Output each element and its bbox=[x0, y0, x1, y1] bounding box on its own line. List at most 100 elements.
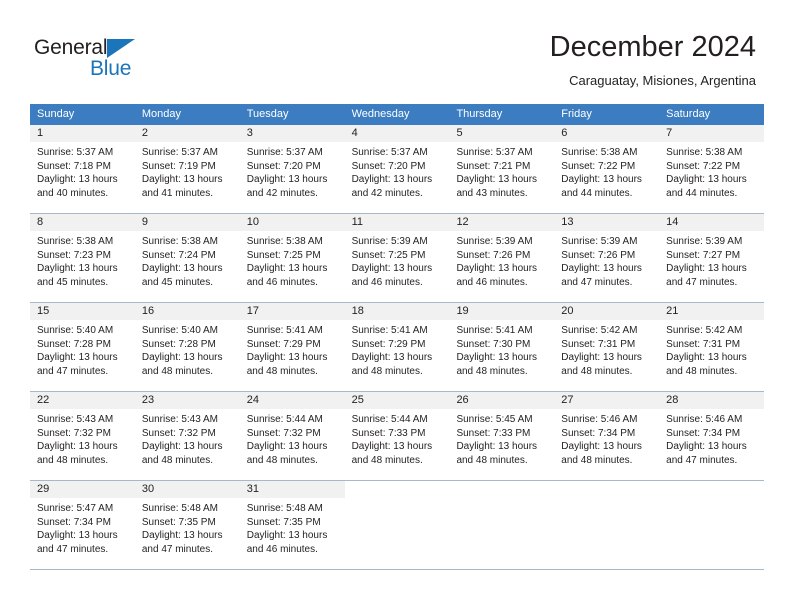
sunset-text: Sunset: 7:34 PM bbox=[561, 427, 636, 439]
sunset-text: Sunset: 7:29 PM bbox=[246, 338, 321, 350]
day-info: Sunrise: 5:41 AM Sunset: 7:29 PM Daylight:… bbox=[345, 320, 450, 378]
day-cell[interactable]: 15 Sunrise: 5:40 AM Sunset: 7:28 PM Dayligh… bbox=[30, 303, 135, 391]
sunrise-text: Sunrise: 5:39 AM bbox=[351, 236, 428, 247]
day-info: Sunrise: 5:44 AM Sunset: 7:32 PM Daylight:… bbox=[240, 409, 345, 467]
sunrise-text: Sunrise: 5:40 AM bbox=[141, 325, 219, 336]
daylight-text-line2: and 46 minutes. bbox=[246, 276, 318, 288]
day-number: 8 bbox=[30, 214, 135, 231]
day-cell[interactable]: 8 Sunrise: 5:38 AM Sunset: 7:23 PM Daylight… bbox=[30, 214, 135, 302]
sunrise-text: Sunrise: 5:46 AM bbox=[666, 414, 743, 425]
sunrise-text: Sunrise: 5:37 AM bbox=[141, 147, 219, 158]
day-cell[interactable]: 27 Sunrise: 5:46 AM Sunset: 7:34 PM Dayligh… bbox=[554, 392, 660, 480]
day-number bbox=[449, 481, 555, 498]
day-number: 21 bbox=[659, 303, 765, 320]
day-cell[interactable]: 12 Sunrise: 5:39 AM Sunset: 7:26 PM Dayligh… bbox=[449, 214, 555, 302]
day-number: 7 bbox=[659, 125, 765, 142]
daylight-text-line1: Daylight: 13 hours bbox=[666, 441, 747, 452]
day-number: 10 bbox=[239, 214, 345, 231]
day-info: Sunrise: 5:46 AM Sunset: 7:34 PM Daylight:… bbox=[554, 409, 659, 467]
sunrise-text: Sunrise: 5:40 AM bbox=[37, 325, 114, 336]
day-cell[interactable]: 3 Sunrise: 5:37 AM Sunset: 7:20 PM Daylight… bbox=[239, 125, 345, 213]
day-cell[interactable]: 13 Sunrise: 5:39 AM Sunset: 7:26 PM Dayligh… bbox=[554, 214, 660, 302]
daylight-text-line2: and 48 minutes. bbox=[666, 365, 738, 377]
daylight-text-line1: Daylight: 13 hours bbox=[141, 530, 223, 541]
sunrise-text: Sunrise: 5:41 AM bbox=[351, 325, 428, 336]
general-blue-logo[interactable]: General Blue bbox=[34, 36, 154, 82]
day-number: 19 bbox=[449, 303, 555, 320]
day-cell[interactable]: 5 Sunrise: 5:37 AM Sunset: 7:21 PM Daylight… bbox=[449, 125, 555, 213]
day-cell[interactable]: 21 Sunrise: 5:42 AM Sunset: 7:31 PM Dayligh… bbox=[659, 303, 765, 391]
sunrise-text: Sunrise: 5:42 AM bbox=[561, 325, 638, 336]
daylight-text-line1: Daylight: 13 hours bbox=[37, 530, 118, 541]
sunset-text: Sunset: 7:28 PM bbox=[141, 338, 216, 350]
day-cell[interactable]: 6 Sunrise: 5:38 AM Sunset: 7:22 PM Daylight… bbox=[554, 125, 660, 213]
day-cell[interactable]: 4 Sunrise: 5:37 AM Sunset: 7:20 PM Daylight… bbox=[344, 125, 450, 213]
calendar-week-row: 8 Sunrise: 5:38 AM Sunset: 7:23 PM Daylight… bbox=[30, 214, 765, 303]
day-cell[interactable]: 2 Sunrise: 5:37 AM Sunset: 7:19 PM Daylight… bbox=[134, 125, 240, 213]
daylight-text-line2: and 48 minutes. bbox=[37, 454, 109, 466]
day-cell[interactable]: 1 Sunrise: 5:37 AM Sunset: 7:18 PM Daylight… bbox=[30, 125, 135, 213]
daylight-text-line1: Daylight: 13 hours bbox=[246, 530, 328, 541]
day-cell[interactable]: 24 Sunrise: 5:44 AM Sunset: 7:32 PM Dayligh… bbox=[239, 392, 345, 480]
daylight-text-line1: Daylight: 13 hours bbox=[561, 263, 642, 274]
sunset-text: Sunset: 7:30 PM bbox=[456, 338, 531, 350]
day-info: Sunrise: 5:37 AM Sunset: 7:20 PM Daylight:… bbox=[345, 142, 450, 200]
day-cell-empty bbox=[449, 481, 555, 569]
daylight-text-line1: Daylight: 13 hours bbox=[246, 441, 328, 452]
day-info: Sunrise: 5:38 AM Sunset: 7:22 PM Daylight:… bbox=[554, 142, 659, 200]
day-cell[interactable]: 19 Sunrise: 5:41 AM Sunset: 7:30 PM Dayligh… bbox=[449, 303, 555, 391]
day-cell[interactable]: 29 Sunrise: 5:47 AM Sunset: 7:34 PM Dayligh… bbox=[30, 481, 135, 569]
daylight-text-line2: and 48 minutes. bbox=[141, 365, 214, 377]
sunrise-text: Sunrise: 5:48 AM bbox=[141, 503, 219, 514]
page-title: December 2024 bbox=[549, 31, 756, 63]
sunrise-text: Sunrise: 5:38 AM bbox=[141, 236, 219, 247]
day-info: Sunrise: 5:45 AM Sunset: 7:33 PM Daylight:… bbox=[449, 409, 554, 467]
day-cell[interactable]: 17 Sunrise: 5:41 AM Sunset: 7:29 PM Dayligh… bbox=[239, 303, 345, 391]
sunset-text: Sunset: 7:21 PM bbox=[456, 160, 531, 172]
sunrise-text: Sunrise: 5:37 AM bbox=[246, 147, 323, 158]
day-cell[interactable]: 28 Sunrise: 5:46 AM Sunset: 7:34 PM Dayligh… bbox=[659, 392, 765, 480]
day-cell[interactable]: 20 Sunrise: 5:42 AM Sunset: 7:31 PM Dayligh… bbox=[554, 303, 660, 391]
sunrise-text: Sunrise: 5:38 AM bbox=[561, 147, 638, 158]
day-number bbox=[344, 481, 450, 498]
day-cell[interactable]: 26 Sunrise: 5:45 AM Sunset: 7:33 PM Dayligh… bbox=[449, 392, 555, 480]
day-cell[interactable]: 22 Sunrise: 5:43 AM Sunset: 7:32 PM Dayligh… bbox=[30, 392, 135, 480]
sunset-text: Sunset: 7:27 PM bbox=[666, 249, 741, 261]
day-number: 29 bbox=[30, 481, 135, 498]
daylight-text-line1: Daylight: 13 hours bbox=[37, 263, 118, 274]
day-cell[interactable]: 10 Sunrise: 5:38 AM Sunset: 7:25 PM Dayligh… bbox=[239, 214, 345, 302]
day-cell[interactable]: 30 Sunrise: 5:48 AM Sunset: 7:35 PM Dayligh… bbox=[134, 481, 240, 569]
day-cell[interactable]: 14 Sunrise: 5:39 AM Sunset: 7:27 PM Dayligh… bbox=[659, 214, 765, 302]
daylight-text-line1: Daylight: 13 hours bbox=[351, 352, 433, 363]
day-cell[interactable]: 16 Sunrise: 5:40 AM Sunset: 7:28 PM Dayligh… bbox=[134, 303, 240, 391]
day-cell[interactable]: 18 Sunrise: 5:41 AM Sunset: 7:29 PM Dayligh… bbox=[344, 303, 450, 391]
sunset-text: Sunset: 7:33 PM bbox=[351, 427, 426, 439]
daylight-text-line2: and 48 minutes. bbox=[351, 365, 423, 377]
day-cell[interactable]: 9 Sunrise: 5:38 AM Sunset: 7:24 PM Daylight… bbox=[134, 214, 240, 302]
day-number bbox=[659, 481, 765, 498]
weekday-header-tuesday: Tuesday bbox=[246, 108, 289, 120]
day-number: 11 bbox=[344, 214, 450, 231]
day-cell[interactable]: 11 Sunrise: 5:39 AM Sunset: 7:25 PM Dayligh… bbox=[344, 214, 450, 302]
sunset-text: Sunset: 7:29 PM bbox=[351, 338, 426, 350]
daylight-text-line2: and 40 minutes. bbox=[37, 187, 109, 199]
day-info: Sunrise: 5:37 AM Sunset: 7:21 PM Daylight:… bbox=[449, 142, 554, 200]
day-cell[interactable]: 25 Sunrise: 5:44 AM Sunset: 7:33 PM Dayligh… bbox=[344, 392, 450, 480]
sunrise-text: Sunrise: 5:38 AM bbox=[37, 236, 114, 247]
sunset-text: Sunset: 7:28 PM bbox=[37, 338, 111, 350]
sunset-text: Sunset: 7:32 PM bbox=[246, 427, 321, 439]
day-number: 1 bbox=[30, 125, 135, 142]
day-cell[interactable]: 23 Sunrise: 5:43 AM Sunset: 7:32 PM Dayligh… bbox=[134, 392, 240, 480]
day-number: 23 bbox=[134, 392, 240, 409]
daylight-text-line1: Daylight: 13 hours bbox=[666, 174, 747, 185]
calendar-weeks: 1 Sunrise: 5:37 AM Sunset: 7:18 PM Daylight… bbox=[30, 125, 765, 570]
day-cell[interactable]: 31 Sunrise: 5:48 AM Sunset: 7:35 PM Dayligh… bbox=[239, 481, 345, 569]
day-info: Sunrise: 5:48 AM Sunset: 7:35 PM Daylight:… bbox=[240, 498, 345, 556]
logo-text-blue: Blue bbox=[90, 57, 132, 80]
daylight-text-line1: Daylight: 13 hours bbox=[246, 263, 328, 274]
calendar-grid: Sunday Monday Tuesday Wednesday Thursday Frid… bbox=[30, 104, 765, 570]
day-info: Sunrise: 5:48 AM Sunset: 7:35 PM Daylight:… bbox=[135, 498, 240, 556]
sunset-text: Sunset: 7:33 PM bbox=[456, 427, 531, 439]
day-cell[interactable]: 7 Sunrise: 5:38 AM Sunset: 7:22 PM Daylight… bbox=[659, 125, 765, 213]
sunrise-text: Sunrise: 5:43 AM bbox=[37, 414, 114, 425]
